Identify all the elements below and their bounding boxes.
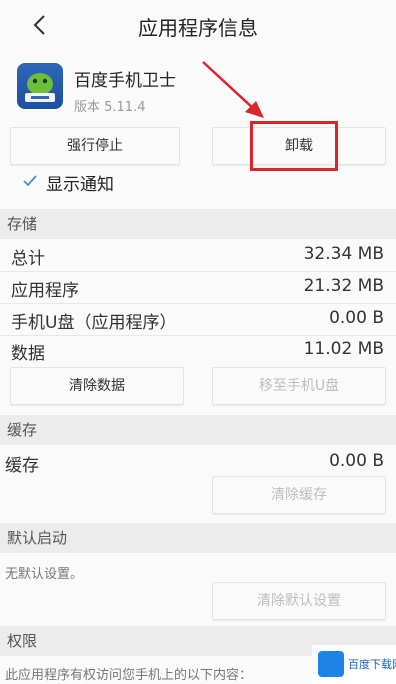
checkmark-icon [23, 175, 37, 187]
storage-row-usb: 手机U盘（应用程序） 0.00 B [0, 308, 396, 334]
permissions-note: 此应用程序有权访问您手机上的以下内容： [5, 668, 253, 683]
row-label: 数据 [11, 344, 45, 364]
force-stop-button[interactable]: 强行停止 [10, 127, 180, 165]
app-version: 版本 5.11.4 [74, 100, 146, 115]
storage-section-header: 存储 [0, 209, 396, 239]
cache-section-header: 缓存 [0, 415, 396, 445]
show-notifications-label: 显示通知 [46, 175, 114, 195]
android-robot-icon [25, 73, 55, 102]
move-to-usb-button[interactable]: 移至手机U盘 [212, 367, 386, 405]
storage-row-app: 应用程序 21.32 MB [0, 276, 396, 302]
clear-cache-button[interactable]: 清除缓存 [212, 476, 386, 514]
watermark: 百度下载网 [312, 645, 396, 684]
storage-row-total: 总计 32.34 MB [0, 244, 396, 270]
divider [0, 271, 396, 272]
uninstall-highlight-box [250, 121, 338, 171]
app-icon [17, 63, 63, 109]
header-bar: 应用程序信息 [0, 0, 396, 50]
page-title: 应用程序信息 [138, 16, 258, 40]
row-value: 0.00 B [329, 308, 384, 328]
row-label: 手机U盘（应用程序） [11, 313, 177, 333]
no-defaults-note: 无默认设置。 [5, 567, 84, 582]
row-value: 32.34 MB [303, 244, 384, 264]
site-logo-icon [318, 651, 344, 677]
app-name: 百度手机卫士 [74, 71, 176, 91]
clear-data-button[interactable]: 清除数据 [10, 367, 184, 405]
row-value: 21.32 MB [303, 276, 384, 296]
divider [0, 335, 396, 336]
row-label: 总计 [11, 249, 45, 269]
watermark-text: 百度下载网 [348, 658, 396, 671]
default-launch-section-header: 默认启动 [0, 523, 396, 553]
clear-defaults-button[interactable]: 清除默认设置 [212, 582, 386, 620]
cache-row: 缓存 0.00 B [0, 451, 396, 477]
row-label: 应用程序 [11, 281, 79, 301]
row-value: 0.00 B [329, 451, 384, 471]
divider [0, 303, 396, 304]
storage-row-data: 数据 11.02 MB [0, 339, 396, 365]
row-value: 11.02 MB [303, 339, 384, 359]
row-label: 缓存 [5, 456, 39, 476]
